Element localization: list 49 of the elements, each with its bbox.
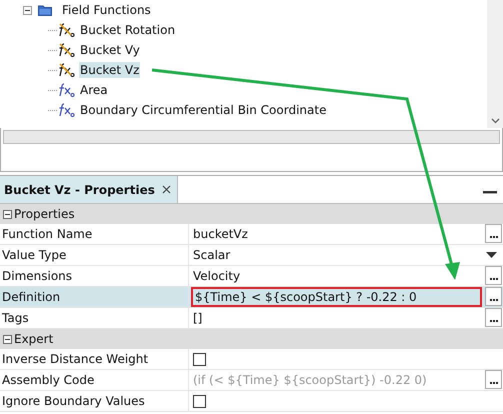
dropdown-icon[interactable] [486, 252, 497, 258]
property-row[interactable]: Inverse Distance Weight [0, 349, 503, 370]
property-name: Ignore Boundary Values [0, 391, 189, 411]
scroll-down-icon[interactable] [490, 118, 500, 124]
function-icon [57, 102, 75, 118]
function-icon [57, 22, 75, 38]
tree-item[interactable]: Bucket Vz [79, 62, 140, 78]
collapse-icon[interactable] [3, 210, 12, 218]
property-row[interactable]: Definition ${Time} < ${scoopStart} ? -0.22 : 0 [0, 287, 503, 308]
checkbox[interactable] [193, 352, 206, 366]
property-value[interactable]: ${Time} < ${scoopStart} ? -0.22 : 0 [191, 287, 482, 307]
property-value[interactable]: Scalar [191, 245, 486, 265]
close-icon[interactable] [162, 185, 171, 194]
function-icon [57, 82, 75, 98]
vertical-scrollbar[interactable] [487, 0, 503, 128]
collapse-icon[interactable] [3, 334, 12, 344]
ellipsis-button[interactable] [485, 308, 502, 327]
folder-icon [38, 4, 52, 16]
group-label: Expert [14, 332, 54, 346]
minimize-icon[interactable] [483, 191, 497, 194]
function-icon [57, 62, 75, 78]
group-header[interactable]: Properties [0, 204, 503, 224]
tree-item[interactable]: Boundary Circumferential Bin Coordinate [79, 102, 328, 118]
property-value[interactable]: [] [191, 308, 485, 328]
property-name: Tags [0, 308, 189, 328]
tree-item[interactable]: Area [79, 82, 109, 98]
collapse-icon[interactable] [23, 6, 32, 14]
property-name: Function Name [0, 224, 189, 244]
ellipsis-button[interactable] [485, 224, 502, 243]
property-value[interactable]: Velocity [191, 266, 485, 286]
tree-item[interactable]: Bucket Vy [79, 42, 141, 58]
property-row[interactable]: Ignore Boundary Values [0, 391, 503, 412]
horizontal-scrollbar[interactable] [3, 130, 500, 144]
properties-tab[interactable]: Bucket Vz - Properties [0, 176, 178, 203]
ellipsis-button[interactable] [485, 266, 502, 285]
group-label: Properties [14, 207, 75, 221]
property-name: Value Type [0, 245, 189, 265]
checkbox[interactable] [193, 394, 206, 408]
property-name: Dimensions [0, 266, 189, 286]
property-name: Inverse Distance Weight [0, 349, 189, 369]
tree-item[interactable]: Bucket Rotation [79, 22, 176, 38]
function-icon [57, 42, 75, 58]
property-value[interactable]: bucketVz [191, 224, 485, 244]
tree-folder-label[interactable]: Field Functions [61, 2, 152, 18]
property-row[interactable]: Function Name bucketVz [0, 224, 503, 245]
property-name: Assembly Code [0, 370, 189, 390]
property-name: Definition [0, 287, 189, 307]
ellipsis-button[interactable] [485, 287, 502, 306]
group-header[interactable]: Expert [0, 329, 503, 349]
